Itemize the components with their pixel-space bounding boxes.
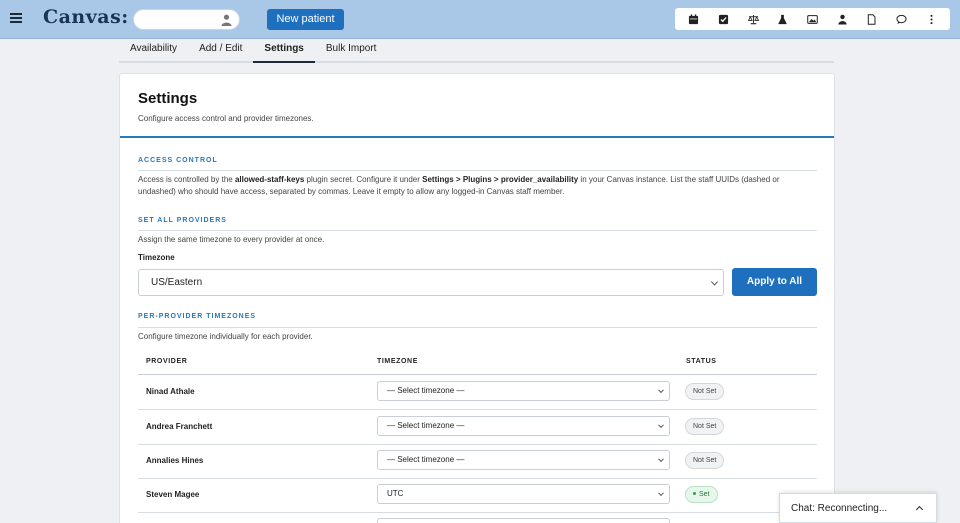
toolbar [675, 8, 950, 30]
divider [138, 327, 817, 328]
table-row: Annalies Hines — Select timezone — Not S… [138, 444, 817, 478]
top-bar: Canvas: New patient [0, 0, 960, 39]
provider-timezone-select[interactable]: — Select timezone — [377, 416, 670, 436]
settings-card: Settings Configure access control and pr… [119, 73, 835, 523]
table-row: Ninad Athale — Select timezone — Not Set [138, 375, 817, 409]
status-badge: Not Set [685, 383, 725, 400]
per-provider-description: Configure timezone individually for each… [138, 332, 313, 341]
person-icon[interactable] [835, 12, 849, 26]
image-icon[interactable] [805, 12, 819, 26]
provider-timezone-select[interactable]: — Select timezone — [377, 381, 670, 401]
all-providers-timezone-select[interactable]: US/Eastern [138, 269, 724, 296]
set-all-providers-heading: SET ALL PROVIDERS [138, 217, 227, 224]
set-all-description: Assign the same timezone to every provid… [138, 235, 325, 244]
per-provider-heading: PER-PROVIDER TIMEZONES [138, 313, 257, 320]
provider-name: Annalies Hines [146, 456, 204, 465]
table-row [138, 512, 817, 523]
selected-timezone: US/Eastern [151, 277, 203, 288]
checkbox-icon[interactable] [716, 12, 730, 26]
menu-icon[interactable] [10, 13, 22, 23]
divider [138, 230, 817, 231]
chat-icon[interactable] [894, 12, 908, 26]
status-badge: Not Set [685, 452, 725, 469]
page-subtitle: Configure access control and provider ti… [138, 114, 314, 123]
status-badge: Set [685, 486, 718, 503]
app-logo[interactable]: Canvas: [43, 6, 129, 28]
chevron-up-icon[interactable] [915, 505, 924, 514]
tab-add-edit[interactable]: Add / Edit [188, 39, 253, 63]
provider-name: Ninad Athale [146, 387, 195, 396]
tab-availability[interactable]: Availability [119, 39, 188, 63]
timezone-label: Timezone [138, 253, 175, 262]
card-header: Settings Configure access control and pr… [120, 74, 834, 138]
tab-settings[interactable]: Settings [253, 39, 315, 63]
provider-name: Steven Magee [146, 490, 200, 499]
chevron-down-icon [710, 277, 719, 286]
chevron-down-icon [658, 387, 664, 394]
column-header-status: STATUS [686, 358, 717, 365]
access-control-description: Access is controlled by the allowed-staf… [138, 175, 780, 196]
patient-search-input[interactable] [133, 9, 240, 30]
user-icon [221, 14, 232, 26]
provider-timezone-select[interactable]: UTC [377, 484, 670, 504]
divider [138, 170, 817, 171]
access-control-heading: ACCESS CONTROL [138, 157, 218, 164]
page-title: Settings [138, 90, 198, 107]
flask-icon[interactable] [776, 12, 790, 26]
status-dot-icon [693, 491, 696, 495]
chevron-down-icon [658, 490, 664, 497]
chat-status-label: Chat: Reconnecting... [791, 503, 888, 514]
provider-timezone-select[interactable] [377, 518, 670, 523]
chat-widget[interactable]: Chat: Reconnecting... [779, 493, 937, 523]
status-badge: Not Set [685, 418, 725, 435]
document-icon[interactable] [865, 12, 879, 26]
scale-icon[interactable] [746, 12, 760, 26]
provider-timezone-select[interactable]: — Select timezone — [377, 450, 670, 470]
more-icon[interactable] [924, 12, 938, 26]
chevron-down-icon [658, 422, 664, 429]
chevron-down-icon [658, 456, 664, 463]
table-row: Steven Magee UTC Set [138, 478, 817, 512]
calendar-icon[interactable] [687, 12, 701, 26]
table-row: Andrea Franchett — Select timezone — Not… [138, 410, 817, 444]
provider-name: Andrea Franchett [146, 422, 213, 431]
apply-to-all-button[interactable]: Apply to All [732, 268, 817, 296]
tab-bulk-import[interactable]: Bulk Import [315, 39, 388, 63]
column-header-timezone: TIMEZONE [377, 358, 418, 365]
new-patient-button[interactable]: New patient [267, 9, 344, 30]
column-header-provider: PROVIDER [146, 358, 188, 365]
tab-bar: Availability Add / Edit Settings Bulk Im… [119, 39, 834, 63]
